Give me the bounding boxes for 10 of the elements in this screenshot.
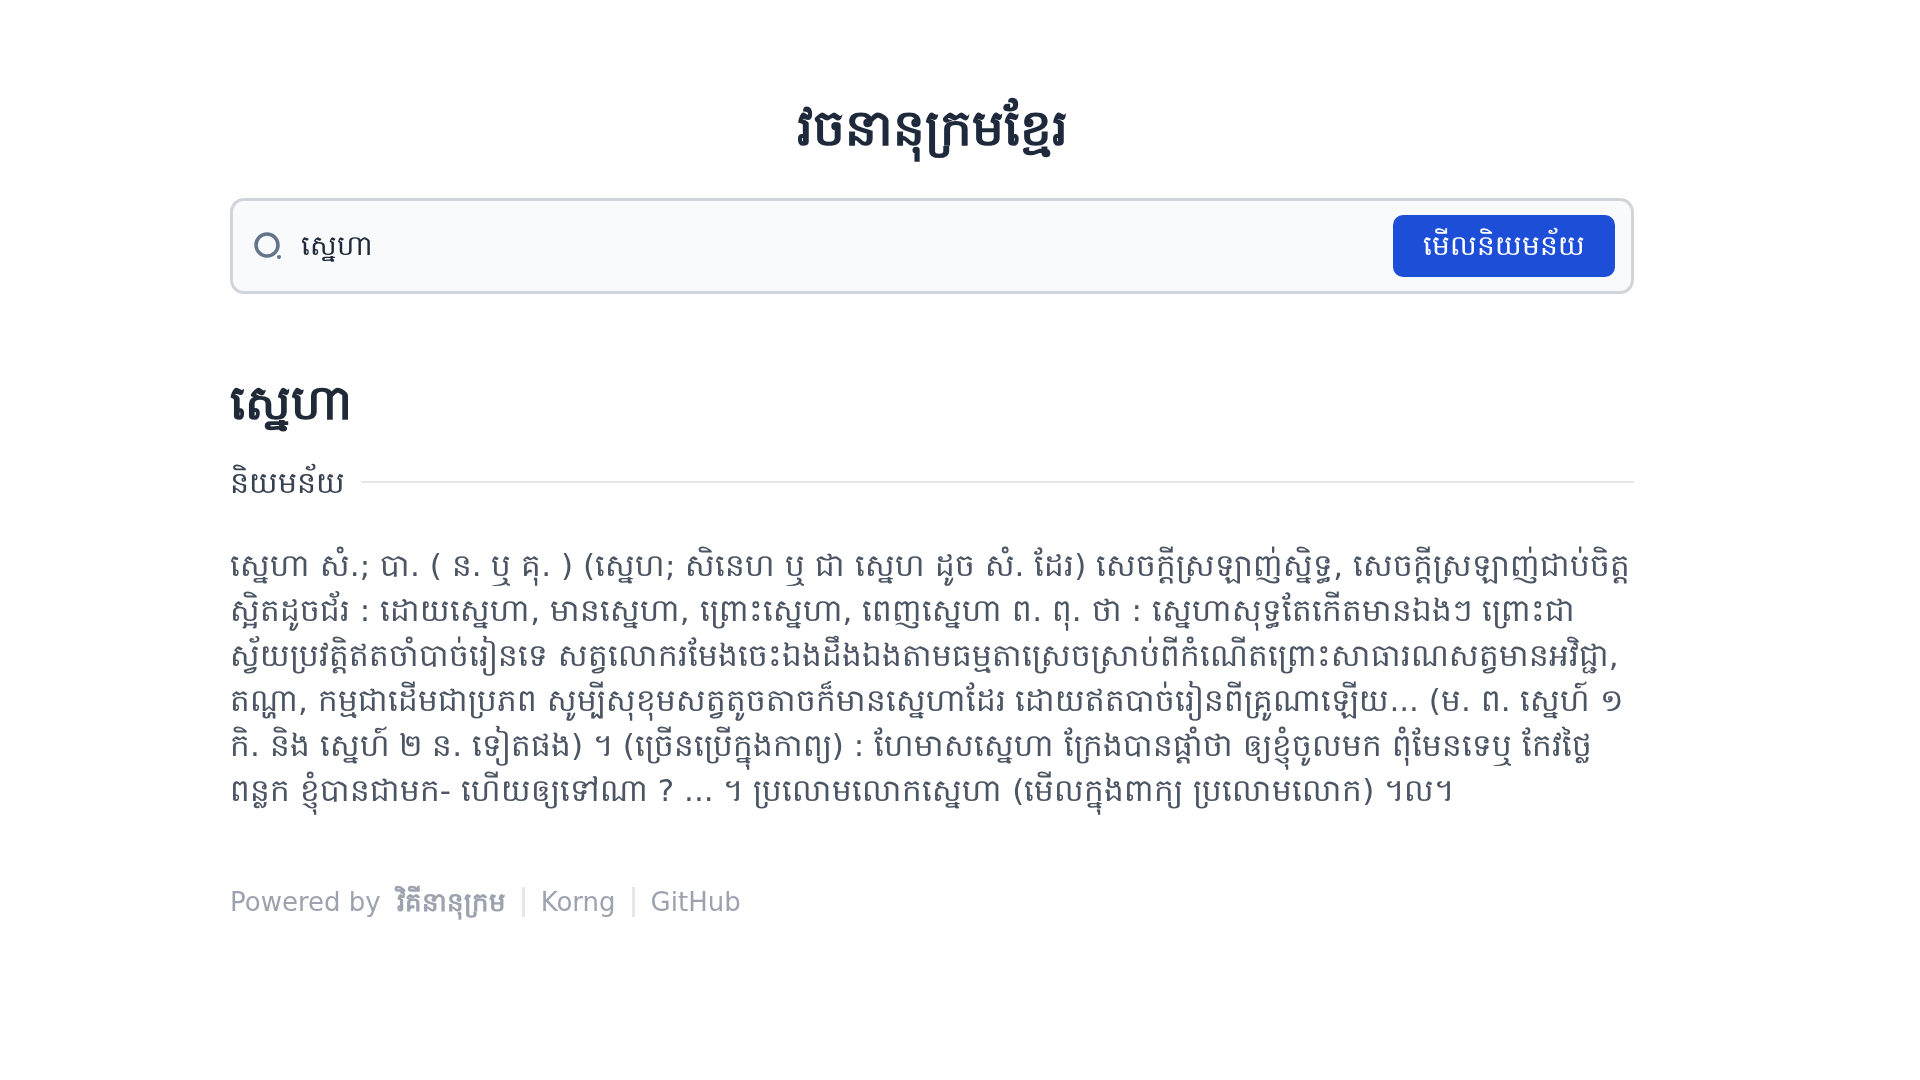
powered-by-text: Powered by xyxy=(230,885,381,919)
define-button[interactable]: មើលនិយមន័យ xyxy=(1393,215,1615,277)
footer-link[interactable]: GitHub xyxy=(650,882,741,922)
definition-text: ស្នេហា សំ.; បា. ( ន. ឬ គុ. ) (ស្នេហ; សិនេហ ឬ ជា ស្នេហ ដូច សំ. ដែរ) សេចក្ដីស្រឡាញ់ស្និទ្ធ, សេចក្ដីស្រឡាញ់ជាប់ចិត្តស្អិតដូចជ័រ : ដោយស្នេហា, មានស្នេហា, ព្រោះស្នេហា, ពេញស្នេហា ព. ពុ. ថា : ស្នេហាសុទ្ធតែកើតមានឯងៗ ព្រោះជាស្វ័យប្រវត្តិឥតចាំបាច់រៀនទេ សត្វលោករមែងចេះឯងដឹងឯងតាមធម្មតាស្រេចស្រាប់ពីកំណើតព្រោះសាធារណសត្វមានអវិជ្ជា, តណ្ហា, កម្មជាដើមជាប្រភព សូម្បីសុខុមសត្វតូចតាចក៏មានស្នេហាដែរ ដោយឥតបាច់រៀនពីគ្រូណាឡើយ... (ម. ព. ស្នេហ៍ ១ កិ. និង ស្នេហ៍ ២ ន. ទៀតផង) ។ (ច្រើនប្រើក្នុងកាព្យ) : ហែមាសស្នេហា ក្រែងបានផ្ដាំថា ឲ្យខ្ញុំចូលមក ពុំមែនទេឬ កែវថ្លៃពន្លក ខ្ញុំបានជាមក- ហើយឲ្យទៅណា ? ... ។ ប្រលោមលោកស្នេហា (មើលក្នុងពាក្យ ប្រលោមលោក) ។ល។ xyxy=(230,542,1634,813)
source-link[interactable]: វិគីនានុក្រម xyxy=(396,882,506,922)
search-icon xyxy=(253,231,283,261)
headword: ស្នេហា xyxy=(230,374,353,432)
footer-link[interactable]: Korng xyxy=(540,882,616,922)
search-field[interactable]: ស្នេហា មើលនិយមន័យ xyxy=(230,198,1634,294)
section-label: និយមន័យ xyxy=(230,462,345,502)
